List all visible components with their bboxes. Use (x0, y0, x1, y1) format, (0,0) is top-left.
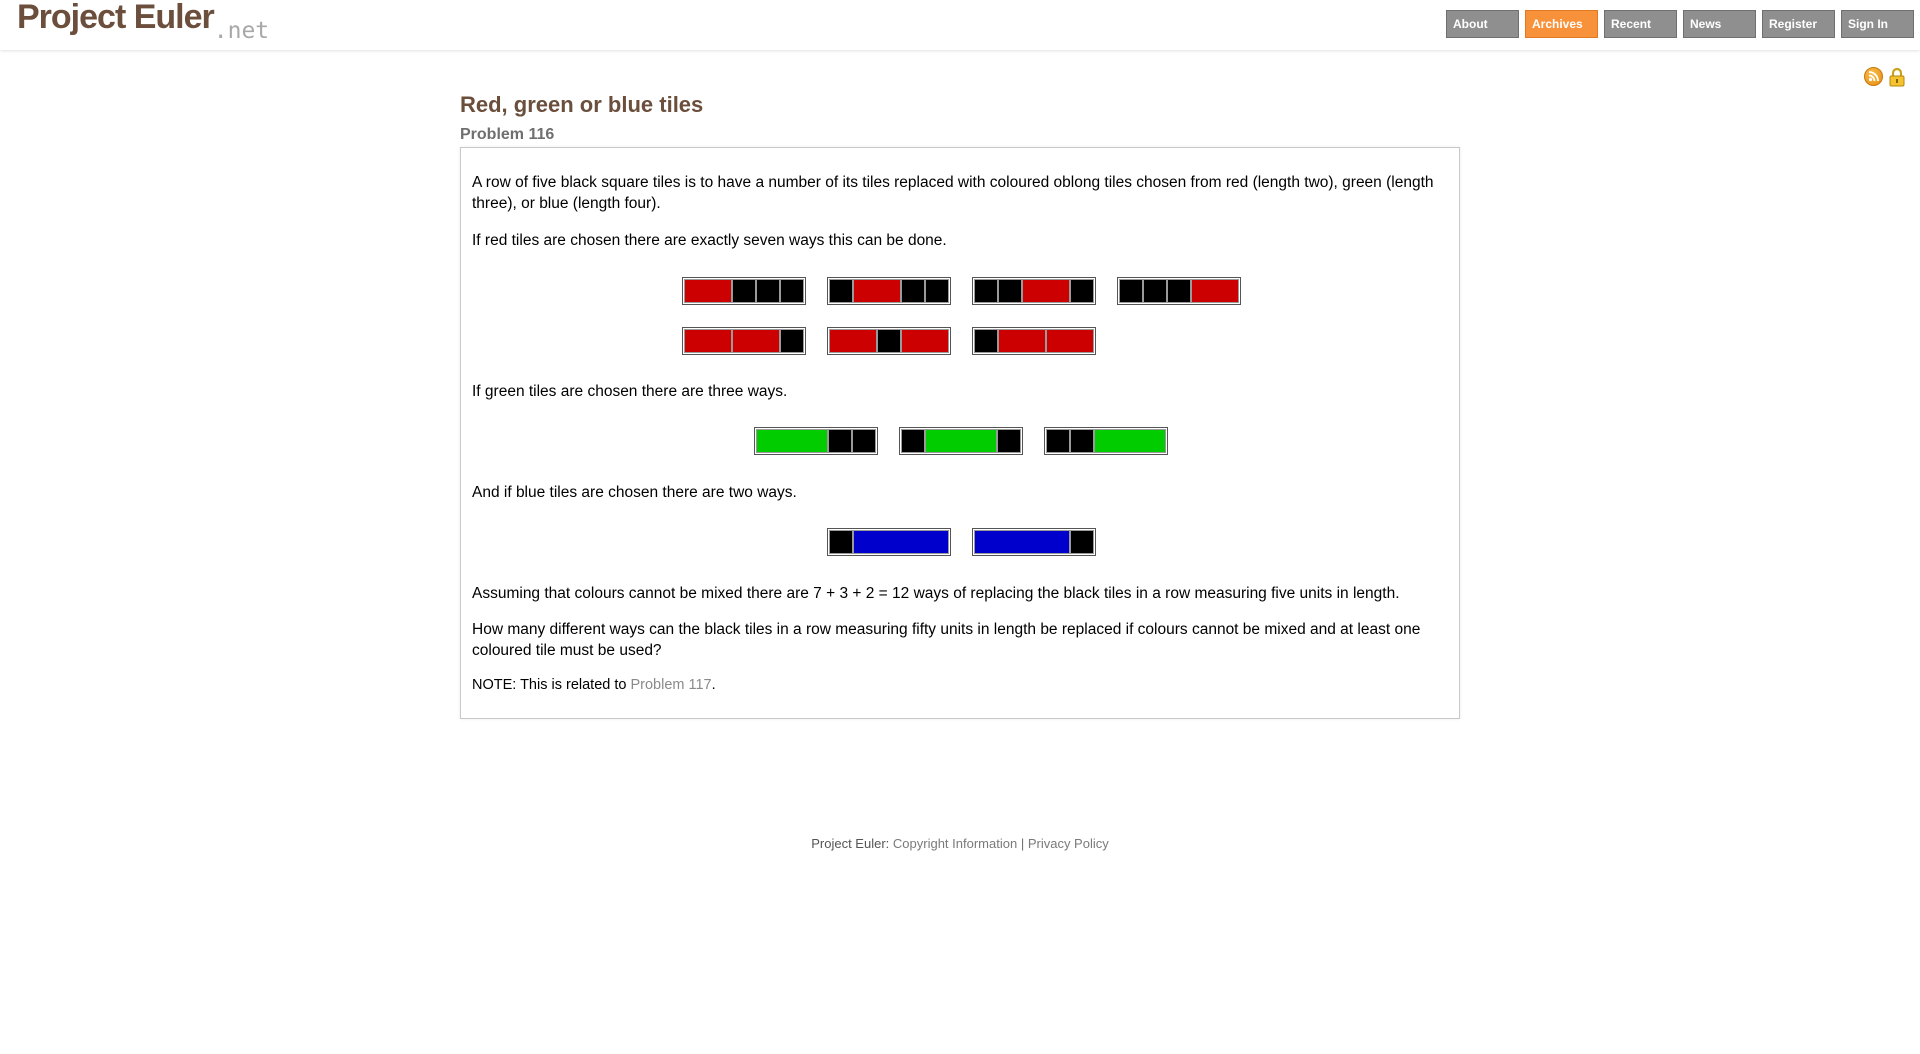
nav-news-button[interactable]: News (1683, 10, 1756, 38)
red-tiling-1 (682, 277, 806, 305)
black-tile (974, 279, 998, 303)
black-tile (974, 329, 998, 353)
blue-tiling-1 (827, 528, 951, 556)
nav-about-button[interactable]: About (1446, 10, 1519, 38)
top-bar: Project Euler.net About Archives Recent … (0, 0, 1920, 50)
red-tiling-6 (827, 327, 951, 355)
problem-117-link[interactable]: Problem 117 (630, 677, 711, 693)
problem-paragraph-5: Assuming that colours cannot be mixed th… (472, 585, 1400, 602)
nav-recent-button[interactable]: Recent (1604, 10, 1677, 38)
red-tilings-row-1 (461, 277, 1461, 305)
page-title: Red, green or blue tiles (460, 92, 704, 117)
green-tile (1094, 429, 1166, 453)
footer: Project Euler: Copyright Information | P… (0, 836, 1920, 851)
red-tiling-5 (682, 327, 806, 355)
red-tile (829, 329, 877, 353)
note-prefix: NOTE: This is related to (472, 677, 631, 693)
red-tilings-row-2 (461, 327, 1461, 355)
note-line: NOTE: This is related to Problem 117. (472, 675, 716, 696)
lock-icon[interactable] (1888, 67, 1906, 87)
footer-separator: | (1020, 836, 1025, 851)
red-tile (901, 329, 949, 353)
black-tile (998, 279, 1022, 303)
note-suffix: . (711, 677, 716, 693)
black-tile (1167, 279, 1191, 303)
problem-number: Problem 116 (460, 126, 555, 143)
problem-paragraph-4: And if blue tiles are chosen there are t… (472, 484, 797, 501)
black-tile (1070, 279, 1094, 303)
blue-tile (853, 530, 949, 554)
black-tile (732, 279, 756, 303)
green-tiling-1 (754, 427, 878, 455)
green-tile (756, 429, 828, 453)
red-tile (1022, 279, 1070, 303)
black-tile (1046, 429, 1070, 453)
problem-content: A row of five black square tiles is to h… (460, 147, 1460, 719)
nav-sign-in-button[interactable]: Sign In (1841, 10, 1914, 38)
black-tile (925, 279, 949, 303)
copyright-link[interactable]: Copyright Information (893, 836, 1017, 851)
green-tiling-2 (899, 427, 1023, 455)
green-tiling-3 (1044, 427, 1168, 455)
rss-icon[interactable] (1864, 67, 1883, 86)
site-logo[interactable]: Project Euler.net (17, 0, 269, 44)
black-tile (901, 429, 925, 453)
nav-register-button[interactable]: Register (1762, 10, 1835, 38)
black-tile (780, 279, 804, 303)
red-tiling-3 (972, 277, 1096, 305)
red-tile (684, 329, 732, 353)
problem-paragraph-6: How many different ways can the black ti… (472, 621, 1421, 659)
problem-paragraph-3: If green tiles are chosen there are thre… (472, 383, 788, 400)
footer-label: Project Euler: (811, 836, 890, 851)
green-tile (925, 429, 997, 453)
black-tile (829, 530, 853, 554)
black-tile (829, 279, 853, 303)
blue-tile (974, 530, 1070, 554)
red-tile (1191, 279, 1239, 303)
red-tiling-4 (1117, 277, 1241, 305)
red-tile (1046, 329, 1094, 353)
problem-paragraph-1: A row of five black square tiles is to h… (472, 174, 1434, 212)
black-tile (877, 329, 901, 353)
green-tilings-row (461, 427, 1461, 455)
black-tile (780, 329, 804, 353)
nav-archives-button[interactable]: Archives (1525, 10, 1598, 38)
problem-paragraph-2: If red tiles are chosen there are exactl… (472, 232, 947, 249)
red-tile (998, 329, 1046, 353)
blue-tiling-2 (972, 528, 1096, 556)
black-tile (901, 279, 925, 303)
blue-tilings-row (461, 528, 1461, 556)
red-tiling-2 (827, 277, 951, 305)
black-tile (756, 279, 780, 303)
red-tiling-7 (972, 327, 1096, 355)
red-tile (732, 329, 780, 353)
logo-main-text: Project Euler (17, 0, 215, 36)
logo-suffix-text: .net (213, 18, 270, 44)
black-tile (1070, 530, 1094, 554)
black-tile (1070, 429, 1094, 453)
black-tile (828, 429, 852, 453)
red-tile (853, 279, 901, 303)
black-tile (1119, 279, 1143, 303)
red-tile (684, 279, 732, 303)
black-tile (997, 429, 1021, 453)
black-tile (852, 429, 876, 453)
privacy-policy-link[interactable]: Privacy Policy (1028, 836, 1109, 851)
black-tile (1143, 279, 1167, 303)
